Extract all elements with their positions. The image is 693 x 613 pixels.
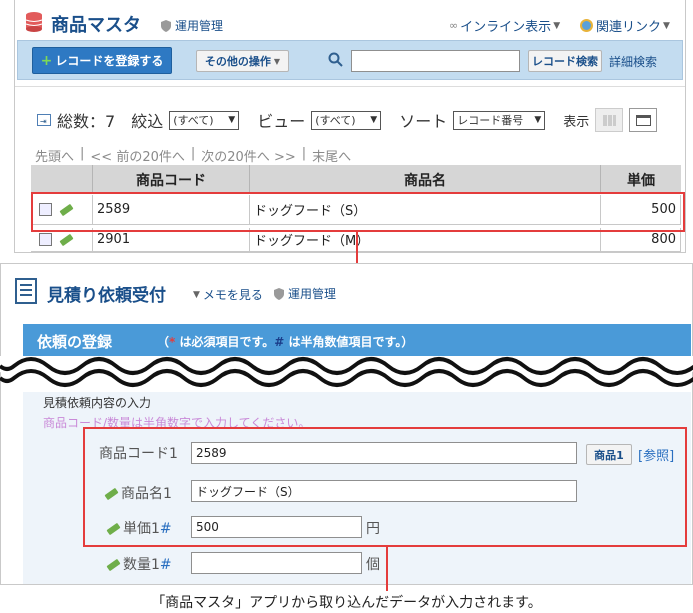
section-header-bar: 依頼の登録 （* は必須項目です。# は半角数値項目です。） [23, 324, 691, 358]
highlight-source-row [31, 192, 685, 232]
related-links-menu[interactable]: 関連リンク ▼ [580, 16, 670, 35]
page-tear [0, 356, 693, 387]
total-count: 総数：7 [57, 112, 116, 131]
chevron-down-icon: ▼ [663, 20, 670, 31]
caption: 「商品マスタ」アプリから取り込んだデータが入力されます。 [151, 595, 542, 611]
document-icon [15, 278, 37, 304]
register-record-button[interactable]: + レコードを登録する [32, 47, 172, 74]
section-title: 依頼の登録 [37, 333, 113, 351]
shield-icon [274, 287, 284, 300]
app-title: 商品マスタ [51, 15, 141, 36]
export-icon[interactable]: ⇥ [37, 114, 51, 126]
column-header-price[interactable]: 単価 [601, 165, 681, 194]
plus-icon: + [40, 52, 53, 69]
pager-next-link[interactable]: 次の20件へ >> [201, 146, 295, 165]
quantity-label: 数量1# [106, 554, 172, 574]
table-header: 商品コード 商品名 単価 [31, 165, 681, 194]
auto-fill-icon [106, 558, 121, 572]
pager-first-link[interactable]: 先頭へ [35, 146, 74, 165]
grid-view-icon[interactable] [595, 108, 624, 132]
chevron-down-icon: ▼ [534, 115, 542, 125]
search-input[interactable] [351, 50, 520, 72]
section-label: 見積依頼内容の入力 [43, 396, 152, 410]
shield-icon [161, 19, 171, 32]
pager-prev-link[interactable]: << 前の20件へ [90, 146, 184, 165]
link-chain-icon: ∞ [449, 19, 459, 32]
form-app-title: 見積り依頼受付 [47, 286, 166, 306]
record-search-button[interactable]: レコード検索 [528, 50, 602, 72]
chevron-down-icon: ▼ [273, 56, 281, 66]
view-select[interactable]: (すべて) ▼ [311, 110, 382, 130]
pager-last-link[interactable]: 末尾へ [312, 146, 351, 165]
chevron-down-icon: ▼ [228, 115, 236, 125]
admin-link[interactable]: 運用管理 [160, 17, 223, 34]
list-view-icon[interactable] [629, 108, 658, 132]
globe-icon [580, 19, 593, 32]
chevron-down-icon: ▼ [553, 20, 561, 31]
filter-select[interactable]: (すべて) ▼ [169, 110, 240, 130]
actions-column-header [31, 165, 93, 194]
highlight-filled-fields [83, 427, 687, 547]
action-toolbar: + レコードを登録する その他の操作 ▼ レコード検索 詳細検索 [17, 40, 683, 80]
column-header-name[interactable]: 商品名 [250, 165, 601, 194]
database-icon [25, 12, 43, 32]
chevron-down-icon: ▼ [193, 289, 200, 300]
memo-toggle[interactable]: ▼ メモを見る [193, 286, 263, 303]
chevron-down-icon: ▼ [370, 115, 378, 125]
sort-select[interactable]: レコード番号 ▼ [453, 110, 546, 130]
inline-display-menu[interactable]: ∞ インライン表示 ▼ [449, 16, 560, 35]
pager: 先頭へ | << 前の20件へ | 次の20件へ >> | 末尾へ [35, 146, 352, 165]
view-detail-icon[interactable] [39, 233, 52, 246]
search-icon [328, 52, 343, 67]
list-controls: ⇥ 総数：7 絞込 (すべて) ▼ ビュー (すべて) ▼ ソート レコード番号 ▼ … [37, 108, 658, 132]
edit-pencil-icon[interactable] [59, 233, 74, 246]
quote-app-panel: 見積り依頼受付 ▼ メモを見る 運用管理 依頼の登録 （* は必須項目です。# … [0, 263, 693, 585]
divider [15, 86, 685, 87]
required-note: （* は必須項目です。# は半角数値項目です。） [157, 335, 414, 349]
other-operations-button[interactable]: その他の操作 ▼ [196, 50, 289, 72]
quantity-input[interactable] [191, 552, 362, 574]
master-app-panel: 商品マスタ 運用管理 ∞ インライン表示 ▼ 関連リンク ▼ + レコードを登録… [14, 0, 686, 253]
admin-link[interactable]: 運用管理 [273, 285, 336, 302]
caption-connector [386, 546, 388, 591]
advanced-search-link[interactable]: 詳細検索 [609, 53, 657, 70]
quantity-unit: 個 [366, 557, 380, 573]
column-header-code[interactable]: 商品コード [93, 165, 250, 194]
